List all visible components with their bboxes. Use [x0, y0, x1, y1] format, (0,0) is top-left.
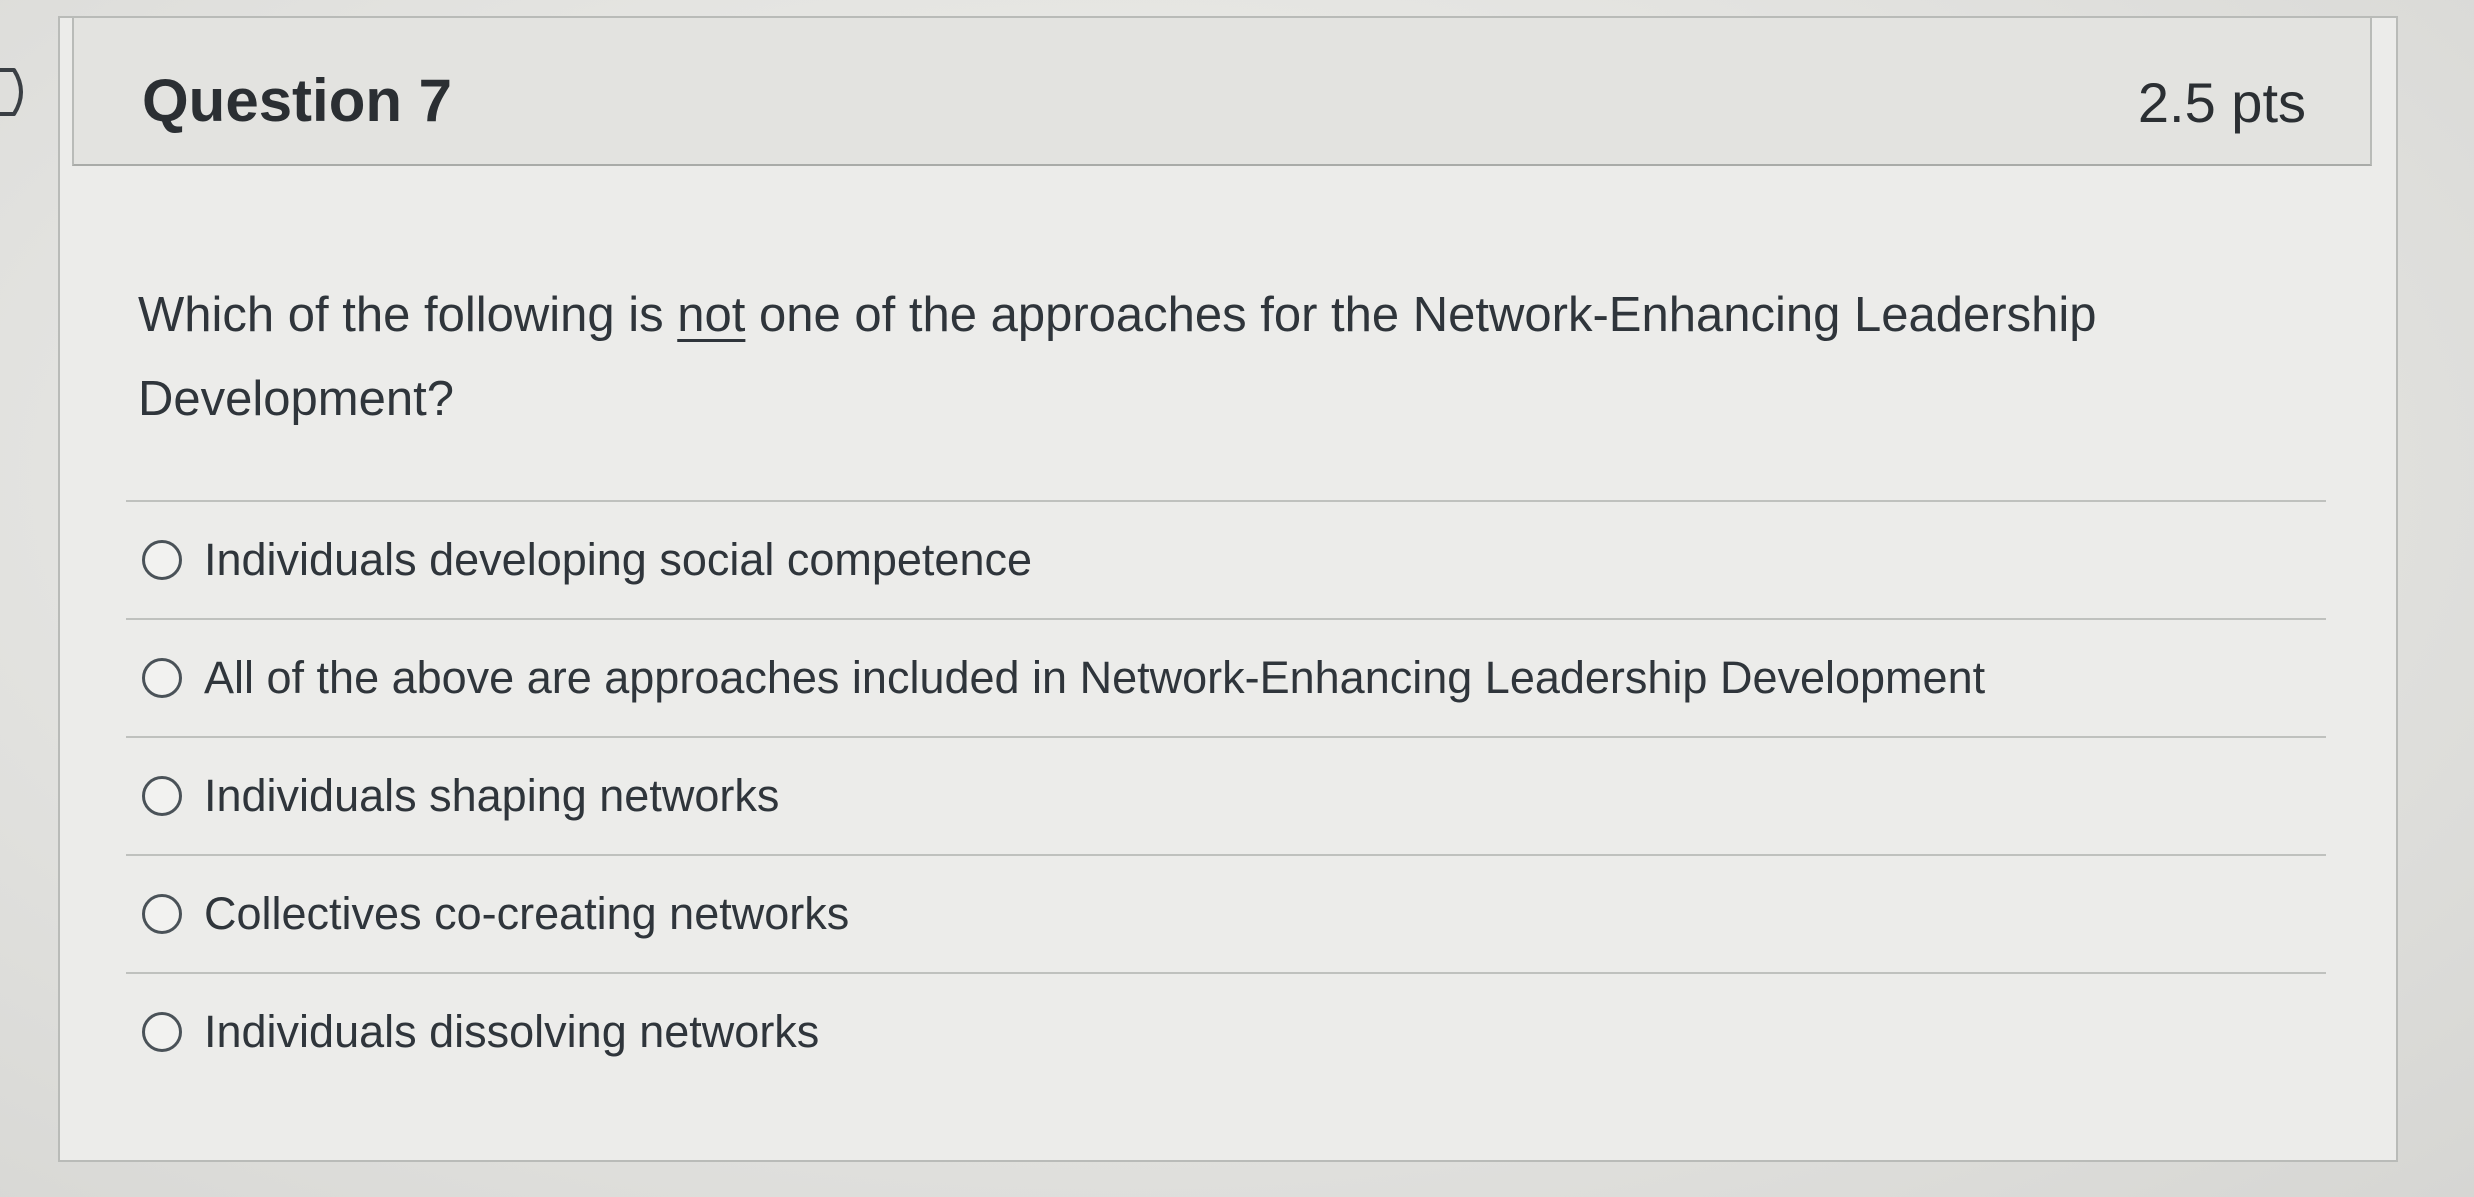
answer-label[interactable]: Individuals developing social competence — [204, 534, 1032, 586]
answer-option[interactable]: Individuals dissolving networks — [126, 972, 2326, 1090]
answer-label[interactable]: Collectives co-creating networks — [204, 888, 849, 940]
answer-label[interactable]: All of the above are approaches included… — [204, 652, 1985, 704]
answer-option[interactable]: Individuals developing social competence — [126, 500, 2326, 618]
answer-option[interactable]: Individuals shaping networks — [126, 736, 2326, 854]
answer-list: Individuals developing social competence… — [126, 500, 2326, 1090]
chevron-right-icon[interactable] — [0, 62, 42, 122]
answer-option[interactable]: Collectives co-creating networks — [126, 854, 2326, 972]
radio-unchecked-icon[interactable] — [142, 658, 182, 698]
question-points: 2.5 pts — [2137, 71, 2306, 134]
radio-unchecked-icon[interactable] — [142, 540, 182, 580]
question-text: Which of the following is not one of the… — [138, 273, 2318, 441]
question-text-start: Which of the following is — [138, 288, 678, 342]
answer-label[interactable]: Individuals dissolving networks — [204, 1006, 819, 1058]
question-title: Question 7 — [142, 67, 453, 134]
radio-unchecked-icon[interactable] — [142, 776, 182, 816]
answer-option[interactable]: All of the above are approaches included… — [126, 618, 2326, 736]
question-text-emphasis: not — [677, 288, 746, 342]
question-header: Question 7 2.5 pts — [72, 18, 2372, 166]
radio-unchecked-icon[interactable] — [142, 1012, 182, 1052]
question-card: Question 7 2.5 pts Which of the followin… — [58, 16, 2398, 1162]
radio-unchecked-icon[interactable] — [142, 894, 182, 934]
answer-label[interactable]: Individuals shaping networks — [204, 770, 779, 822]
